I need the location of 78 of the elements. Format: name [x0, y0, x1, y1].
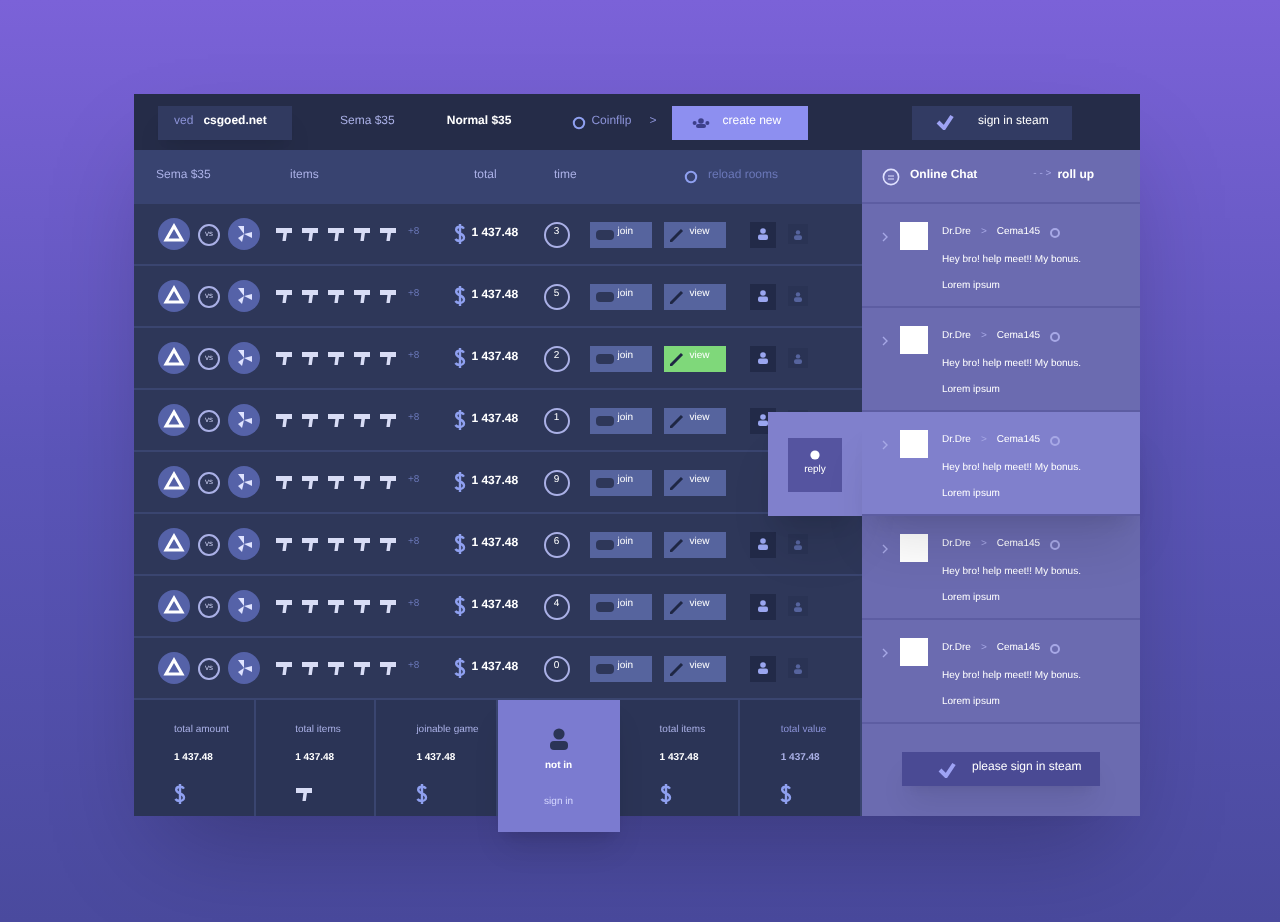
propeller-avatar-icon — [228, 218, 260, 250]
triangle-avatar-icon — [158, 218, 190, 250]
check-icon — [938, 761, 956, 777]
user-icon — [757, 228, 768, 240]
chevron-icon — [882, 232, 888, 242]
refresh-icon — [571, 115, 586, 129]
user-button[interactable] — [749, 345, 776, 371]
user-icon — [793, 229, 802, 239]
dollar-icon — [453, 596, 466, 616]
user-icon — [757, 414, 768, 426]
dollar-icon — [453, 472, 466, 492]
triangle-avatar-icon — [158, 466, 190, 498]
avatar-placeholder — [900, 326, 928, 354]
user-icon — [757, 352, 768, 364]
user-button[interactable] — [749, 283, 776, 309]
pen-icon — [669, 475, 684, 489]
refresh-icon — [684, 170, 698, 184]
dollar-icon — [659, 784, 672, 804]
clock-icon — [1050, 228, 1061, 239]
pen-icon — [669, 351, 684, 365]
user-icon — [757, 290, 768, 302]
triangle-avatar-icon — [158, 342, 190, 374]
user-button[interactable] — [749, 593, 776, 619]
dollar-icon — [416, 784, 429, 804]
clock-icon — [1050, 644, 1061, 655]
propeller-avatar-icon — [228, 342, 260, 374]
user-icon — [793, 291, 802, 301]
propeller-avatar-icon — [228, 404, 260, 436]
propeller-avatar-icon — [228, 280, 260, 312]
dollar-icon — [174, 784, 186, 804]
chevron-icon — [882, 544, 888, 554]
triangle-avatar-icon — [158, 590, 190, 622]
pen-icon — [669, 289, 684, 303]
user-icon — [793, 353, 802, 363]
user-icon — [549, 728, 568, 750]
user-icon — [793, 601, 802, 611]
user-button[interactable] — [749, 221, 776, 247]
user-icon — [793, 663, 802, 673]
clock-icon — [1050, 540, 1061, 551]
user-icon — [757, 662, 768, 674]
chevron-icon — [882, 648, 888, 658]
pen-icon — [669, 599, 684, 613]
avatar-placeholder — [900, 638, 928, 666]
users-icon — [692, 117, 711, 127]
triangle-avatar-icon — [158, 280, 190, 312]
user-button[interactable] — [749, 531, 776, 557]
chevron-icon — [882, 440, 888, 450]
gun-icon — [295, 786, 314, 804]
propeller-avatar-icon — [228, 466, 260, 498]
chat-icon — [882, 167, 900, 185]
clock-icon — [1050, 332, 1061, 343]
pen-icon — [669, 537, 684, 551]
avatar-placeholder — [900, 430, 928, 458]
check-icon — [936, 114, 954, 130]
dollar-icon — [780, 784, 793, 804]
propeller-avatar-icon — [228, 652, 260, 684]
user-button[interactable] — [749, 655, 776, 681]
dollar-icon — [453, 658, 466, 678]
dollar-icon — [453, 224, 466, 244]
triangle-avatar-icon — [158, 528, 190, 560]
triangle-avatar-icon — [158, 404, 190, 436]
user-icon — [793, 539, 802, 549]
clock-icon — [1050, 436, 1061, 447]
pen-icon — [669, 227, 684, 241]
user-icon — [757, 600, 768, 612]
propeller-avatar-icon — [228, 590, 260, 622]
dollar-icon — [453, 534, 466, 554]
triangle-avatar-icon — [158, 652, 190, 684]
chevron-icon — [882, 336, 888, 346]
pen-icon — [669, 413, 684, 427]
propeller-avatar-icon — [228, 528, 260, 560]
dollar-icon — [453, 410, 466, 430]
avatar-placeholder — [900, 222, 928, 250]
user-icon — [757, 538, 768, 550]
dollar-icon — [453, 286, 466, 306]
dollar-icon — [453, 348, 466, 368]
avatar-placeholder — [900, 534, 928, 562]
pen-icon — [669, 661, 684, 675]
